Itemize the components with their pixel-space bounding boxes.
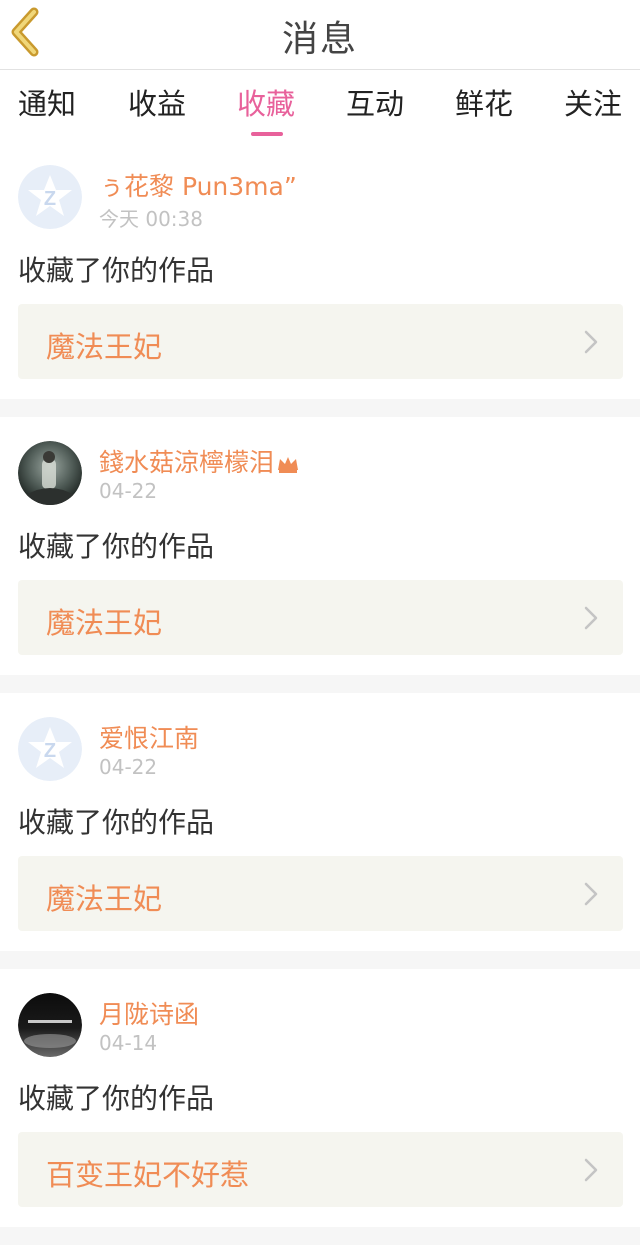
- action-text: 收藏了你的作品: [18, 530, 215, 563]
- section-divider: [0, 675, 640, 693]
- action-text: 收藏了你的作品: [18, 254, 215, 287]
- section-divider: [0, 399, 640, 417]
- work-link[interactable]: 魔法王妃: [18, 304, 623, 379]
- svg-text:Z: Z: [44, 188, 56, 210]
- chevron-right-icon: [584, 606, 598, 630]
- username[interactable]: 爱恨江南: [99, 719, 199, 755]
- message-card: 月陇诗函 04-14 收藏了你的作品 百变王妃不好惹: [0, 969, 640, 1229]
- tab-following[interactable]: 关注: [553, 81, 633, 123]
- default-avatar-icon: Z: [18, 717, 82, 781]
- tab-interactions[interactable]: 互动: [335, 81, 415, 123]
- svg-text:Z: Z: [44, 740, 56, 762]
- work-title: 魔法王妃: [46, 882, 163, 916]
- section-divider: [0, 951, 640, 969]
- username[interactable]: ぅ花黎 Pun3ma”: [99, 167, 297, 203]
- username[interactable]: 錢水菇涼檸檬泪: [99, 443, 300, 479]
- timestamp: 今天 00:38: [99, 207, 203, 231]
- timestamp: 04-22: [99, 479, 158, 503]
- tab-favorites[interactable]: 收藏: [226, 81, 306, 136]
- avatar[interactable]: [18, 441, 82, 505]
- header-bar: 消息: [0, 0, 640, 70]
- timestamp: 04-22: [99, 755, 158, 779]
- section-divider: [0, 1227, 640, 1245]
- tab-flowers[interactable]: 鲜花: [444, 81, 524, 123]
- chevron-right-icon: [584, 1158, 598, 1182]
- page-title: 消息: [281, 19, 358, 60]
- crown-icon: [278, 457, 299, 473]
- work-title: 百变王妃不好惹: [46, 1158, 250, 1192]
- username[interactable]: 月陇诗函: [99, 995, 199, 1031]
- avatar[interactable]: Z: [18, 717, 82, 781]
- chevron-right-icon: [584, 882, 598, 906]
- work-link[interactable]: 百变王妃不好惹: [18, 1132, 623, 1207]
- tab-favorites-label: 收藏: [236, 87, 295, 121]
- work-link[interactable]: 魔法王妃: [18, 580, 623, 655]
- action-text: 收藏了你的作品: [18, 806, 215, 839]
- work-link[interactable]: 魔法王妃: [18, 856, 623, 931]
- tab-bar: 通知 收益 收藏 互动 鲜花 关注: [0, 71, 640, 141]
- message-card: 錢水菇涼檸檬泪 04-22 收藏了你的作品 魔法王妃: [0, 417, 640, 677]
- active-tab-indicator: [251, 132, 283, 136]
- default-avatar-icon: Z: [18, 165, 82, 229]
- photo-avatar: [18, 441, 82, 505]
- photo-avatar-dark: [18, 993, 82, 1057]
- chevron-right-icon: [584, 330, 598, 354]
- work-title: 魔法王妃: [46, 606, 163, 640]
- message-card: Z 爱恨江南 04-22 收藏了你的作品 魔法王妃: [0, 693, 640, 953]
- avatar[interactable]: Z: [18, 165, 82, 229]
- message-card: Z ぅ花黎 Pun3ma” 今天 00:38 收藏了你的作品 魔法王妃: [0, 141, 640, 401]
- username-text: 錢水菇涼檸檬泪: [99, 448, 275, 477]
- tab-notifications[interactable]: 通知: [7, 81, 87, 123]
- avatar[interactable]: [18, 993, 82, 1057]
- timestamp: 04-14: [99, 1031, 158, 1055]
- action-text: 收藏了你的作品: [18, 1082, 215, 1115]
- tab-earnings[interactable]: 收益: [117, 81, 197, 123]
- work-title: 魔法王妃: [46, 330, 163, 364]
